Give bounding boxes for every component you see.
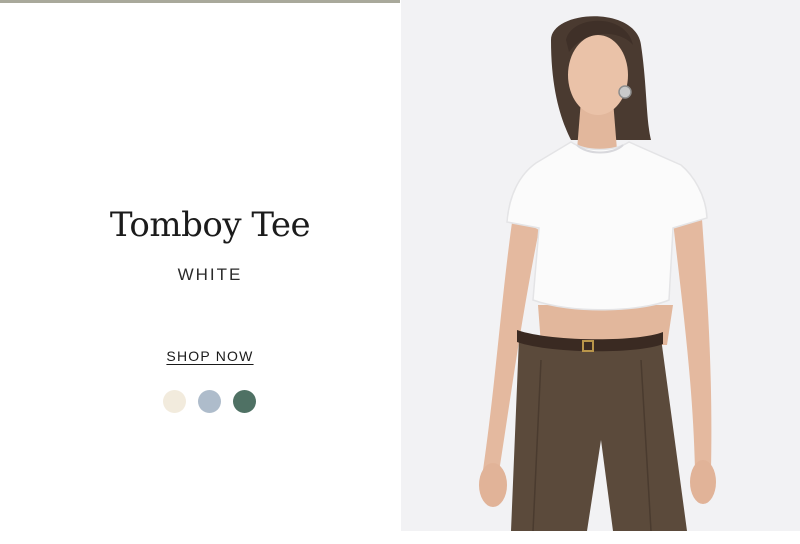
product-photo[interactable]	[401, 0, 800, 531]
swatch-light-blue[interactable]	[198, 390, 221, 413]
swatch-dark-green[interactable]	[233, 390, 256, 413]
photo-bottom-margin	[401, 531, 800, 544]
color-swatches	[163, 390, 256, 413]
swatch-cream[interactable]	[163, 390, 186, 413]
product-color-name: WHITE	[177, 265, 243, 284]
product-title: Tomboy Tee	[109, 205, 311, 245]
model-illustration	[401, 0, 800, 531]
shop-now-link[interactable]: SHOP NOW	[166, 348, 253, 364]
product-promo-page: Tomboy Tee WHITE SHOP NOW	[0, 0, 800, 544]
shop-now-wrapper: SHOP NOW	[0, 346, 420, 367]
promo-panel: Tomboy Tee WHITE SHOP NOW	[0, 3, 400, 544]
